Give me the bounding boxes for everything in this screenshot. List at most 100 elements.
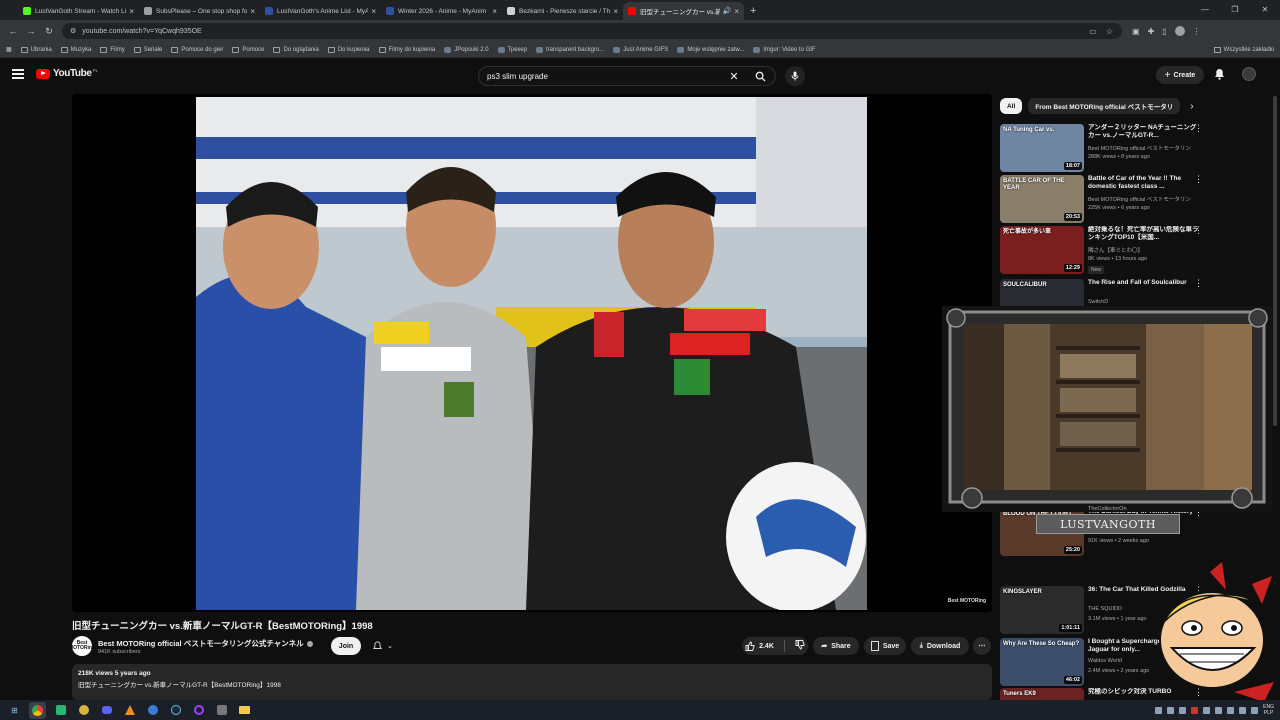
close-tab-icon[interactable]: × (250, 7, 255, 16)
like-button[interactable]: 2.4K (745, 641, 774, 651)
new-tab-button[interactable]: + (744, 2, 762, 20)
vlc-taskbar-icon[interactable] (121, 702, 138, 719)
browser-tab[interactable]: LustVanGoth Stream - Watch Liv × (18, 2, 139, 20)
recommended-video-title[interactable]: アンダー２リッター NAチューニングカー vs.ノーマルGT-R... (1088, 124, 1200, 140)
video-options-icon[interactable]: ⋮ (1194, 226, 1203, 235)
channel-watermark[interactable]: Best MOTORing (948, 599, 986, 604)
tray-icon[interactable] (1191, 706, 1199, 714)
close-tab-icon[interactable]: × (371, 7, 376, 16)
site-info-icon[interactable]: ⚙ (70, 27, 76, 35)
address-bar[interactable]: ⚙ youtube.com/watch?v=YqCwqh935OE ▭ ☆ (62, 23, 1122, 39)
description-box[interactable]: 218K views 5 years ago 旧型チューニングカー vs.新車ノ… (72, 664, 992, 700)
video-options-icon[interactable]: ⋮ (1194, 175, 1203, 184)
notifications-button[interactable] (1214, 67, 1225, 85)
video-options-icon[interactable]: ⋮ (1194, 279, 1203, 288)
video-player[interactable]: Best MOTORing (72, 94, 992, 612)
file-explorer-taskbar-icon[interactable] (236, 702, 253, 719)
close-tab-icon[interactable]: × (613, 7, 618, 16)
join-button[interactable]: Join (331, 637, 361, 655)
save-button[interactable]: Save (864, 637, 906, 655)
bookmark-folder[interactable]: Do oglądania (273, 46, 319, 53)
chrome-taskbar-icon[interactable] (29, 701, 46, 719)
bookmark-folder[interactable]: Seriale (133, 46, 162, 53)
app-taskbar-icon[interactable] (144, 702, 161, 719)
clear-search-icon[interactable]: ✕ (723, 70, 745, 83)
volume-icon[interactable] (1251, 706, 1259, 714)
channel-name[interactable]: Best MOTORing official ベストモータリング公式チャンネル (98, 638, 313, 649)
all-bookmarks[interactable]: Wszystkie zakładki (1213, 42, 1274, 58)
recommended-video-title[interactable]: 絶対乗るな！死亡率が高い危険な車ランキングTOP10【米国... (1088, 226, 1200, 242)
bookmark-folder[interactable]: Pomoce (232, 46, 264, 53)
chevron-right-icon[interactable]: › (1190, 101, 1193, 112)
browser-tab[interactable]: SubsPlease – One stop shop for × (139, 2, 260, 20)
tray-icon[interactable] (1179, 706, 1187, 714)
browser-tab[interactable]: Bezkarni - Pierwsze starcie / Th × (502, 2, 623, 20)
maximize-button[interactable]: ❐ (1220, 0, 1250, 20)
dislike-button[interactable] (795, 640, 805, 652)
bookmark-folder[interactable]: Filmy do kupienia (378, 46, 435, 53)
subscription-bell-button[interactable]: ⌄ (366, 637, 400, 655)
apps-grid-icon[interactable]: ▦ (6, 46, 12, 53)
recommended-video-title[interactable]: Battle of Car of the Year !! The domesti… (1088, 175, 1200, 191)
recommended-video[interactable]: NA Tuning Car vs. 18:07 アンダー２リッター NAチューニング… (1000, 124, 1210, 174)
bookmark-item[interactable]: JPopsuki 2.0 (444, 46, 489, 53)
voice-search-button[interactable] (785, 66, 805, 86)
search-input[interactable]: ps3 slim upgrade (487, 72, 723, 81)
chrome-menu-icon[interactable]: ⋮ (1193, 27, 1201, 36)
close-tab-icon[interactable]: × (129, 7, 134, 16)
search-button[interactable] (745, 67, 775, 85)
reload-button[interactable]: ↻ (40, 26, 58, 37)
bookmark-item[interactable]: Just Anime GIFS (613, 46, 668, 53)
bookmark-folder[interactable]: Ubrania (20, 46, 52, 53)
app-taskbar-icon[interactable] (190, 702, 207, 719)
bookmark-folder[interactable]: Muzyka (60, 46, 91, 53)
browser-tab[interactable]: Winter 2026 - Anime - MyAnim × (381, 2, 502, 20)
share-button[interactable]: ➦ Share (813, 637, 859, 655)
youtube-logo[interactable]: YouTube PL (36, 68, 98, 79)
close-window-button[interactable]: ✕ (1250, 0, 1280, 20)
bookmark-folder[interactable]: Do kupienia (327, 46, 370, 53)
forward-button[interactable]: → (22, 26, 40, 36)
menu-icon[interactable] (12, 69, 24, 79)
bookmark-folder[interactable]: Filmy (100, 46, 125, 53)
recommended-channel-name[interactable]: Best MOTORing official ベストモータリン (1088, 144, 1200, 152)
search-box[interactable]: ps3 slim upgrade ✕ (478, 66, 776, 86)
recommended-channel-name[interactable]: SwitchD (1088, 299, 1200, 305)
video-thumbnail[interactable]: NA Tuning Car vs. 18:07 (1000, 124, 1084, 172)
tray-icon[interactable] (1155, 706, 1163, 714)
sidebar-scrollbar[interactable] (1273, 96, 1277, 426)
app-taskbar-icon[interactable] (213, 702, 230, 719)
chip-all[interactable]: All (1000, 98, 1023, 114)
recommended-video[interactable]: BATTLE CAR OF THE YEAR 20:53 Battle of Car… (1000, 175, 1210, 225)
steam-taskbar-icon[interactable] (167, 702, 184, 719)
video-thumbnail[interactable]: BATTLE CAR OF THE YEAR 20:53 (1000, 175, 1084, 223)
download-button[interactable]: ⤓ Download (911, 637, 969, 655)
tray-icon[interactable] (1203, 706, 1211, 714)
start-icon[interactable]: ⊞ (6, 702, 23, 719)
video-thumbnail[interactable]: KINGSLAYER 1:01:11 (1000, 586, 1084, 634)
discord-taskbar-icon[interactable] (98, 702, 115, 719)
browser-tab[interactable]: 旧型チューニングカー vs.新車ノ🔊× (623, 2, 744, 20)
recommended-channel-name[interactable]: 隣さん【車ミとわ〇】 (1088, 246, 1200, 254)
video-thumbnail[interactable]: 死亡事故が多い車 12:29 (1000, 226, 1084, 274)
network-icon[interactable] (1239, 706, 1247, 714)
profile-avatar[interactable] (1174, 26, 1185, 36)
minimize-button[interactable]: — (1190, 0, 1220, 20)
bookmark-star-icon[interactable]: ☆ (1106, 27, 1113, 36)
bookmark-item[interactable]: Moje wstępnie zatw... (677, 46, 744, 53)
bookmark-item[interactable]: transparent backgro... (535, 46, 604, 53)
create-button[interactable]: + Create (1156, 66, 1204, 84)
browser-tab[interactable]: LustVanGoth's Anime List - MyA × (260, 2, 381, 20)
recommended-video-title[interactable]: The Rise and Fall of Soulcalibur (1088, 279, 1200, 287)
back-button[interactable]: ← (4, 26, 22, 36)
close-tab-icon[interactable]: × (492, 7, 497, 16)
input-language-indicator[interactable]: ENG PLP (1263, 704, 1274, 716)
bookmark-item[interactable]: Imgur: Video to GIF (753, 46, 816, 53)
sidebar-icon[interactable]: ▯ (1162, 27, 1166, 36)
bookmark-folder[interactable]: Pomoce do gier (171, 46, 223, 53)
app-taskbar-icon[interactable] (52, 702, 69, 719)
more-actions-button[interactable]: ⋯ (973, 637, 991, 655)
extensions-puzzle-icon[interactable]: ✚ (1148, 27, 1155, 36)
app-taskbar-icon[interactable] (75, 702, 92, 719)
close-tab-icon[interactable]: × (734, 7, 739, 16)
